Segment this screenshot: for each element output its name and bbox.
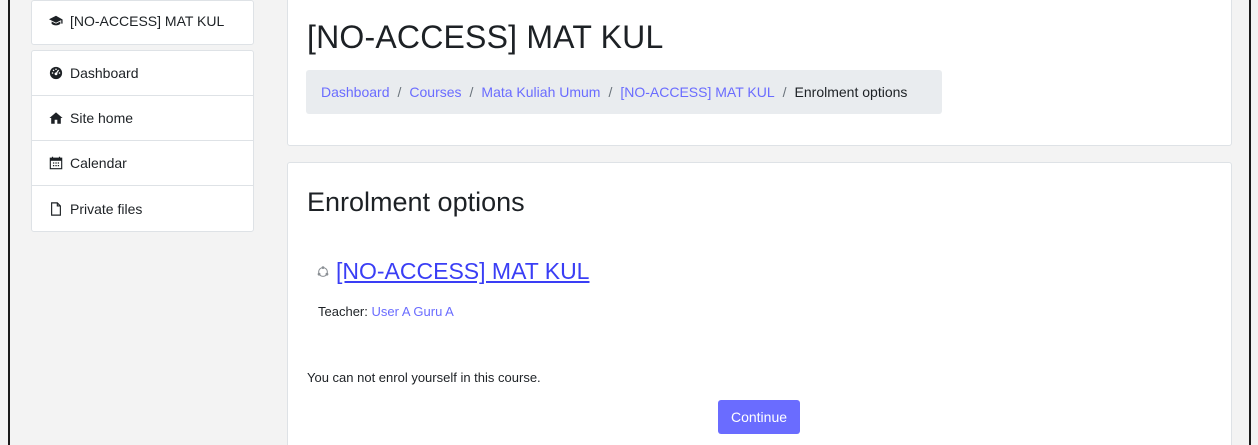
teacher-name-link[interactable]: User A Guru A <box>371 304 453 319</box>
course-name-link[interactable]: [NO-ACCESS] MAT KUL <box>336 258 589 285</box>
sidebar-item-label: [NO-ACCESS] MAT KUL <box>70 12 225 29</box>
sidebar-item-label: Calendar <box>70 155 127 171</box>
sidebar-item-private-files[interactable]: Private files <box>32 186 253 231</box>
teacher-label: Teacher: <box>318 304 372 319</box>
course-spinner-icon <box>316 265 330 279</box>
teacher-line: Teacher: User A Guru A <box>318 304 454 319</box>
browser-viewport: [NO-ACCESS] MAT KUL Dashboard Site home <box>8 0 1251 445</box>
sidebar-item-label: Dashboard <box>70 65 139 81</box>
sidebar-item-label: Site home <box>70 110 134 126</box>
right-gutter <box>1240 0 1249 445</box>
home-icon <box>49 111 63 125</box>
enrol-notice: You can not enrol yourself in this cours… <box>307 370 541 385</box>
file-icon <box>49 201 63 216</box>
breadcrumb-separator: / <box>782 84 787 100</box>
breadcrumb-current: Enrolment options <box>794 84 908 100</box>
course-nav-group: [NO-ACCESS] MAT KUL <box>31 0 254 45</box>
sidebar-item-site-home[interactable]: Site home <box>32 96 253 141</box>
section-title: Enrolment options <box>307 187 525 217</box>
breadcrumb-dashboard[interactable]: Dashboard <box>321 84 390 100</box>
sidebar: [NO-ACCESS] MAT KUL Dashboard Site home <box>31 0 254 237</box>
breadcrumb-separator: / <box>608 84 613 100</box>
tachometer-icon <box>49 66 63 80</box>
sidebar-item-course[interactable]: [NO-ACCESS] MAT KUL <box>32 0 253 44</box>
sidebar-item-label: Private files <box>70 200 143 217</box>
breadcrumb-separator: / <box>397 84 402 100</box>
enrolment-card: Enrolment options [NO-ACCESS] MAT KUL Te… <box>287 162 1232 445</box>
graduation-cap-icon <box>49 14 63 28</box>
page-title: [NO-ACCESS] MAT KUL <box>307 19 664 55</box>
breadcrumb-courses[interactable]: Courses <box>409 84 461 100</box>
breadcrumb: Dashboard / Courses / Mata Kuliah Umum /… <box>306 70 942 114</box>
breadcrumb-course[interactable]: [NO-ACCESS] MAT KUL <box>620 84 774 100</box>
breadcrumb-separator: / <box>469 84 474 100</box>
sidebar-item-dashboard[interactable]: Dashboard <box>32 51 253 96</box>
continue-button[interactable]: Continue <box>718 400 800 434</box>
calendar-icon <box>49 156 63 170</box>
page-header: [NO-ACCESS] MAT KUL Dashboard / Courses … <box>287 0 1232 146</box>
breadcrumb-category[interactable]: Mata Kuliah Umum <box>481 84 600 100</box>
main-nav-group: Dashboard Site home Calendar Private fil… <box>31 50 254 232</box>
sidebar-item-calendar[interactable]: Calendar <box>32 141 253 186</box>
course-heading: [NO-ACCESS] MAT KUL <box>316 258 589 285</box>
